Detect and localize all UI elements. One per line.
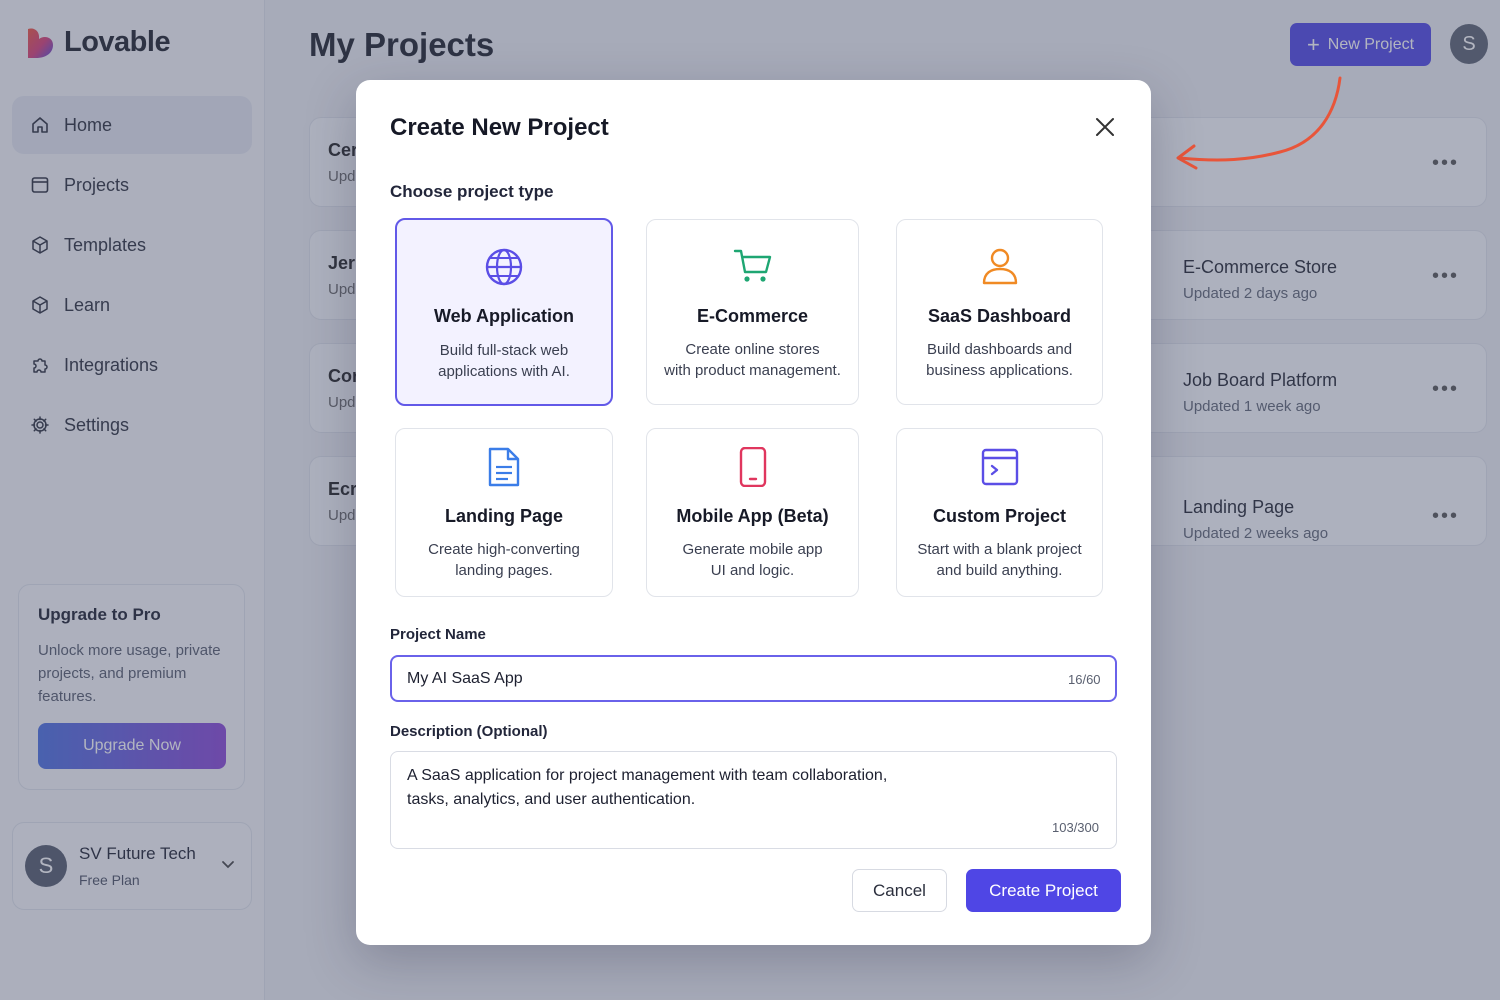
create-project-button[interactable]: Create Project — [966, 869, 1121, 912]
project-type-label: Choose project type — [390, 182, 554, 201]
annotation-arrow — [1176, 76, 1342, 170]
project-name-label: Project Name — [390, 626, 486, 643]
type-card-custom-project[interactable]: Custom Project Start with a blank projec… — [896, 428, 1103, 597]
description-label: Description (Optional) — [390, 723, 548, 740]
type-title: Web Application — [433, 306, 574, 326]
mobile-icon — [739, 447, 766, 487]
type-card-mobile-app[interactable]: Mobile App (Beta) Generate mobile app UI… — [646, 428, 859, 597]
cancel-button[interactable]: Cancel — [852, 869, 947, 912]
project-name-input[interactable] — [390, 655, 1117, 702]
modal-title: Create New Project — [390, 114, 609, 141]
document-icon — [488, 447, 520, 487]
type-description: Create high-converting landing pages. — [428, 541, 580, 579]
type-description: Create online stores with product manage… — [664, 341, 841, 379]
type-card-e-commerce[interactable]: E-Commerce Create online stores with pro… — [646, 219, 859, 405]
type-title: Custom Project — [932, 506, 1067, 526]
close-icon[interactable] — [1092, 114, 1118, 140]
type-title: Landing Page — [444, 506, 563, 526]
type-card-saas-dashboard[interactable]: SaaS Dashboard Build dashboards and busi… — [896, 219, 1103, 405]
create-project-modal: Create New Project Choose project type W… — [356, 80, 1151, 945]
user-icon — [982, 248, 1017, 285]
type-title: E-Commerce — [696, 306, 809, 326]
type-description: Build dashboards and business applicatio… — [926, 341, 1073, 379]
type-title: Mobile App (Beta) — [676, 506, 829, 526]
name-char-counter: 16/60 — [1068, 672, 1101, 687]
type-description: Build full-stack web applications with A… — [438, 342, 570, 380]
globe-icon — [485, 248, 523, 286]
description-textarea[interactable]: A SaaS application for project managemen… — [390, 751, 1117, 849]
type-card-landing-page[interactable]: Landing Page Create high-converting land… — [395, 428, 613, 597]
cart-icon — [733, 249, 771, 282]
description-char-counter: 103/300 — [1052, 820, 1099, 835]
type-title: SaaS Dashboard — [927, 306, 1072, 326]
type-description: Start with a blank project and build any… — [917, 541, 1082, 579]
type-card-web-application[interactable]: Web Application Build full-stack web app… — [395, 218, 613, 406]
type-description: Generate mobile app UI and logic. — [682, 541, 823, 579]
code-window-icon — [981, 448, 1018, 486]
